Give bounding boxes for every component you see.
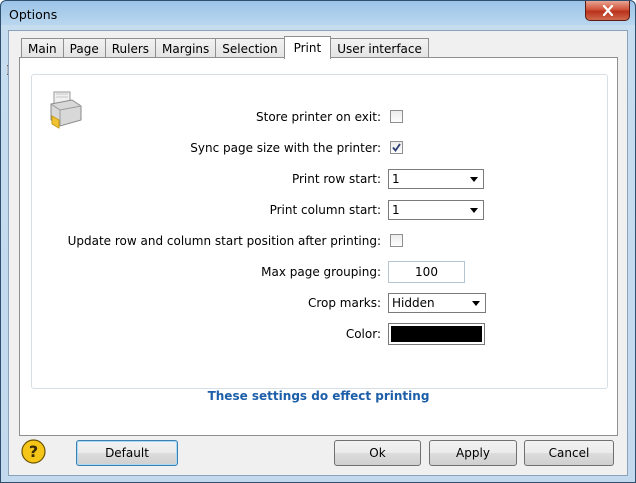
update-start-checkbox[interactable] [390, 234, 403, 247]
window-title: Options [9, 7, 58, 22]
column-start-value: 1 [392, 203, 400, 217]
column-start-select[interactable]: 1 [388, 200, 484, 220]
tab-label: Rulers [111, 41, 150, 56]
column-start-label: Print column start: [269, 203, 381, 217]
close-button[interactable] [585, 1, 630, 21]
print-note: These settings do effect printing [207, 389, 430, 403]
options-dialog: Options Main Page Rulers Margins Selecti… [0, 0, 636, 483]
sync-page-label: Sync page size with the printer: [190, 141, 381, 155]
chevron-down-icon [472, 301, 480, 306]
update-start-label: Update row and column start position aft… [67, 234, 381, 248]
crop-marks-select[interactable]: Hidden [388, 293, 486, 313]
color-swatch [391, 326, 482, 342]
row-start-value: 1 [392, 172, 400, 186]
tab-rulers[interactable]: Rulers [104, 38, 157, 58]
svg-text:?: ? [29, 442, 38, 461]
max-grouping-label: Max page grouping: [261, 265, 381, 279]
tab-selection[interactable]: Selection [215, 38, 285, 58]
chevron-down-icon [470, 208, 478, 213]
tab-user-interface[interactable]: User interface [330, 38, 429, 58]
checkmark-icon [392, 143, 401, 152]
tab-page[interactable]: Page [62, 38, 106, 58]
title-bar[interactable]: Options [1, 1, 635, 27]
row-start-row: Print row start: 1 [32, 169, 607, 189]
tab-label: Print [293, 41, 322, 55]
max-grouping-input[interactable]: 100 [388, 261, 465, 283]
tab-print[interactable]: Print [283, 36, 332, 59]
store-printer-checkbox[interactable] [390, 110, 403, 123]
tab-label: Main [28, 41, 57, 56]
store-printer-label: Store printer on exit: [256, 110, 381, 124]
sync-page-row: Sync page size with the printer: [32, 138, 607, 158]
tab-main[interactable]: Main [21, 38, 64, 58]
chevron-down-icon [470, 177, 478, 182]
column-start-row: Print column start: 1 [32, 200, 607, 220]
sync-page-checkbox[interactable] [390, 141, 403, 154]
crop-marks-value: Hidden [392, 296, 435, 310]
cancel-button[interactable]: Cancel [524, 440, 614, 466]
tab-label: User interface [337, 41, 422, 56]
color-swatch-button[interactable] [388, 323, 485, 345]
tab-label: Page [69, 41, 99, 56]
row-start-select[interactable]: 1 [388, 169, 484, 189]
row-start-label: Print row start: [291, 172, 381, 186]
store-printer-row: Store printer on exit: [32, 107, 607, 127]
crop-marks-label: Crop marks: [307, 296, 381, 310]
tab-strip: Main Page Rulers Margins Selection Print… [21, 36, 429, 59]
help-icon[interactable]: ? [21, 439, 46, 464]
color-row: Color: [32, 323, 607, 345]
dialog-body: Main Page Rulers Margins Selection Print… [8, 30, 628, 476]
print-settings-group: Store printer on exit: Sync page size wi… [31, 74, 608, 389]
crop-marks-row: Crop marks: Hidden [32, 293, 607, 313]
apply-button[interactable]: Apply [429, 440, 517, 466]
color-label: Color: [345, 327, 381, 341]
print-tab-panel: Store printer on exit: Sync page size wi… [19, 57, 618, 436]
ok-button[interactable]: Ok [334, 440, 421, 466]
close-icon [602, 5, 613, 16]
max-grouping-row: Max page grouping: 100 [32, 261, 607, 283]
default-button[interactable]: Default [76, 440, 178, 466]
update-start-row: Update row and column start position aft… [32, 231, 607, 251]
tab-label: Selection [222, 41, 278, 56]
tab-label: Margins [162, 41, 210, 56]
tab-margins[interactable]: Margins [155, 38, 217, 58]
